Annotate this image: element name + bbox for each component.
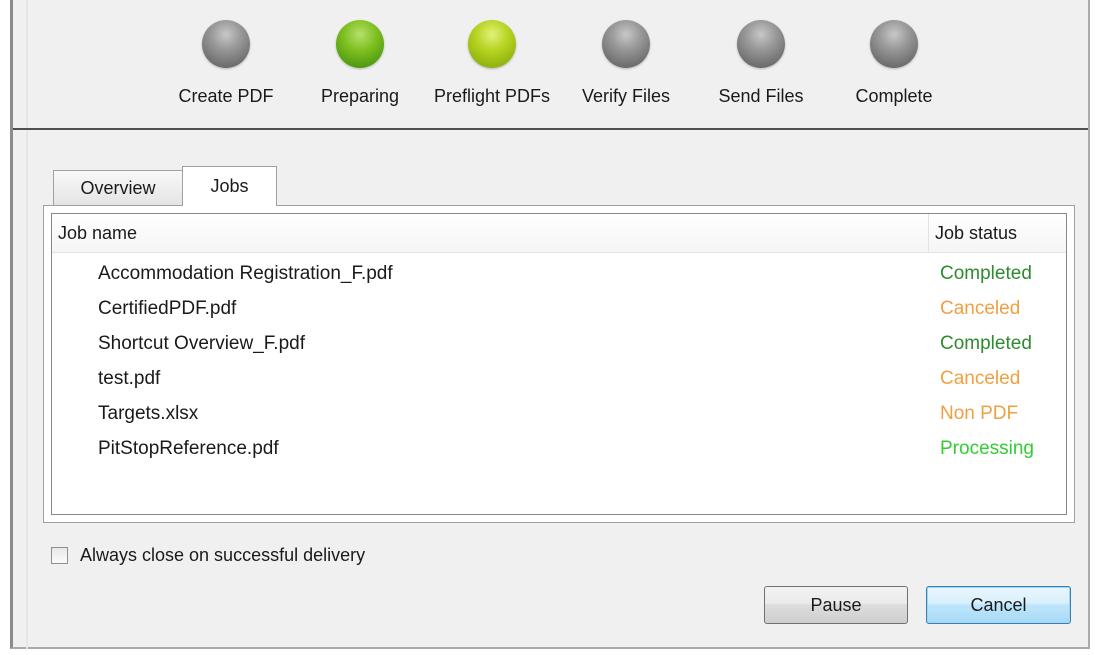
step-label: Verify Files xyxy=(581,86,671,106)
job-status: Non PDF xyxy=(940,403,1019,424)
status-light-icon xyxy=(870,20,918,68)
job-name: Targets.xlsx xyxy=(98,403,199,424)
step-create-pdf: Create PDF xyxy=(161,20,291,107)
table-row[interactable]: Targets.xlsx Non PDF xyxy=(52,397,1066,431)
column-job-status[interactable]: Job status xyxy=(935,214,1017,252)
column-job-name[interactable]: Job name xyxy=(58,214,137,252)
always-close-checkbox[interactable] xyxy=(51,546,68,564)
job-name: test.pdf xyxy=(98,368,161,389)
cancel-button[interactable]: Cancel xyxy=(926,586,1071,624)
job-status: Canceled xyxy=(940,368,1021,389)
step-send-files: Send Files xyxy=(696,20,826,107)
transfer-dialog: Create PDF Preparing Preflight PDFs Veri… xyxy=(10,0,1090,649)
job-name: PitStopReference.pdf xyxy=(98,438,279,459)
step-label: Preflight PDFs xyxy=(433,86,551,106)
job-name: Accommodation Registration_F.pdf xyxy=(98,263,393,284)
status-light-icon xyxy=(336,20,384,68)
table-row[interactable]: PitStopReference.pdf Processing xyxy=(52,432,1066,466)
always-close-label[interactable]: Always close on successful delivery xyxy=(80,545,365,566)
step-complete: Complete xyxy=(829,20,959,107)
tab-overview[interactable]: Overview xyxy=(53,170,183,206)
tab-jobs[interactable]: Jobs xyxy=(182,166,277,206)
step-label: Send Files xyxy=(718,86,804,106)
job-status: Completed xyxy=(940,333,1032,354)
job-status: Processing xyxy=(940,438,1034,459)
step-label: Complete xyxy=(855,86,933,106)
job-name: CertifiedPDF.pdf xyxy=(98,298,237,319)
table-row[interactable]: CertifiedPDF.pdf Canceled xyxy=(52,292,1066,326)
status-light-icon xyxy=(202,20,250,68)
jobs-list-header: Job name Job status xyxy=(52,214,1066,253)
step-label: Preparing xyxy=(320,86,400,106)
table-row[interactable]: test.pdf Canceled xyxy=(52,362,1066,396)
status-light-icon xyxy=(737,20,785,68)
job-status: Canceled xyxy=(940,298,1021,319)
column-separator[interactable] xyxy=(928,214,929,252)
job-status: Completed xyxy=(940,263,1032,284)
job-name: Shortcut Overview_F.pdf xyxy=(98,333,305,354)
step-verify-files: Verify Files xyxy=(561,20,691,107)
table-row[interactable]: Accommodation Registration_F.pdf Complet… xyxy=(52,257,1066,291)
status-light-icon xyxy=(602,20,650,68)
status-light-icon xyxy=(468,20,516,68)
jobs-list[interactable]: Job name Job status Accommodation Regist… xyxy=(51,213,1067,515)
step-label: Create PDF xyxy=(178,86,274,106)
header-divider xyxy=(13,128,1088,130)
progress-steps: Create PDF Preparing Preflight PDFs Veri… xyxy=(13,0,1088,128)
always-close-option[interactable]: Always close on successful delivery xyxy=(51,543,365,567)
pause-button[interactable]: Pause xyxy=(764,586,908,624)
step-preparing: Preparing xyxy=(295,20,425,107)
table-row[interactable]: Shortcut Overview_F.pdf Completed xyxy=(52,327,1066,361)
jobs-panel: Job name Job status Accommodation Regist… xyxy=(43,205,1075,523)
step-preflight-pdfs: Preflight PDFs xyxy=(427,20,557,107)
